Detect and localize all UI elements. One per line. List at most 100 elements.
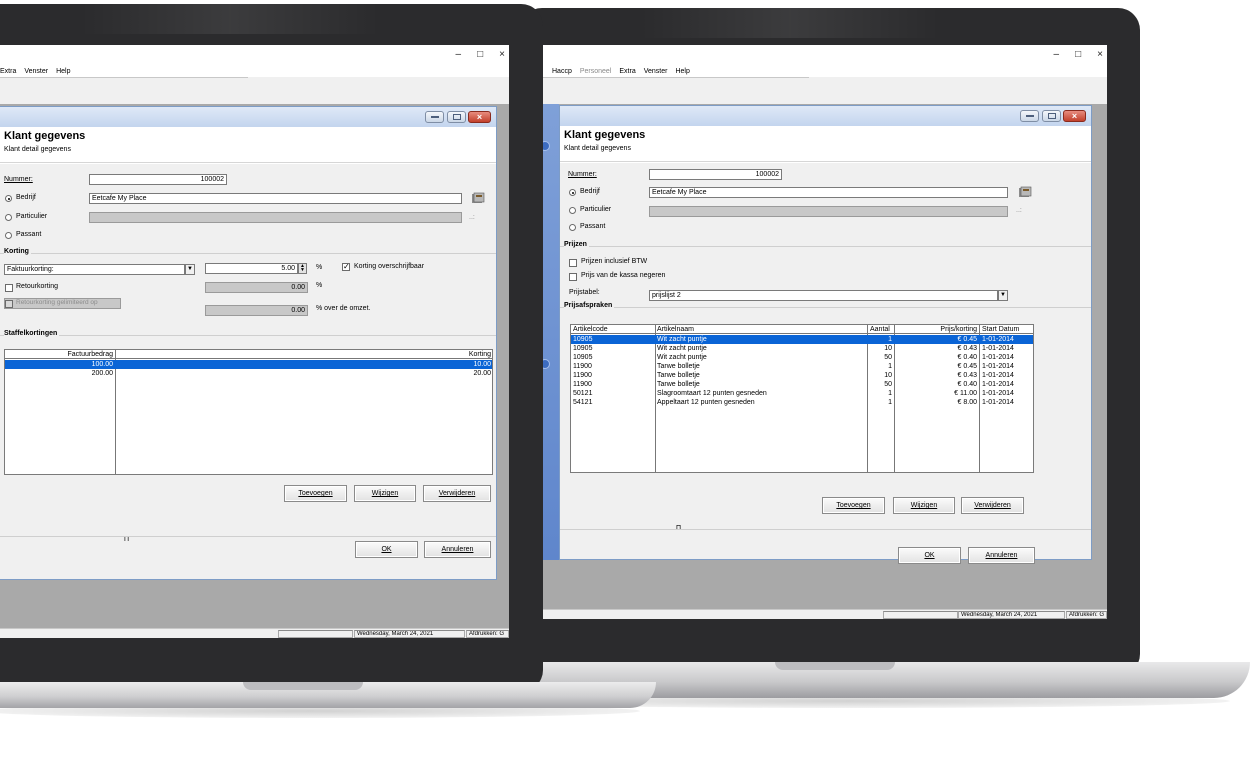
staffel-table[interactable]: Factuurbedrag Korting 100.00 10.00 200.00 2… — [4, 349, 493, 475]
table-row[interactable]: 100.00 10.00 — [5, 360, 492, 369]
page-title: Klant gegevens — [4, 130, 86, 142]
section-divider — [0, 335, 496, 336]
child-close-button[interactable]: × — [1063, 110, 1086, 122]
retourkorting-checkbox[interactable] — [5, 284, 13, 292]
ok-button[interactable]: OK — [355, 541, 418, 558]
chevron-down-icon[interactable]: ▼ — [998, 290, 1008, 301]
maximize-icon[interactable]: □ — [1075, 49, 1081, 60]
nummer-field[interactable]: 100002 — [89, 174, 227, 185]
radio-particulier[interactable] — [569, 207, 576, 214]
omzet-field[interactable]: 0.00 — [205, 305, 308, 316]
front-toolband — [0, 78, 509, 104]
front-form-body: Nummer: 100002 Bedrijf Eetcafe My Place … — [0, 164, 496, 579]
table-row[interactable]: 54121 Appeltaart 12 punten gesneden 1 € 8.0… — [571, 398, 1033, 407]
toevoegen-label: Toevoegen — [298, 490, 333, 497]
table-row[interactable]: 11900 Tarwe bolletje 50 € 0.40 1-01-2014 — [571, 380, 1033, 389]
table-cell: € 0.45 — [957, 336, 977, 343]
retour-gelimiteerd-checkbox[interactable] — [5, 300, 13, 308]
address-book-icon[interactable] — [1017, 186, 1033, 199]
column-header[interactable]: Start Datum — [982, 325, 1019, 334]
front-statusbar: Wednesday, March 24, 2021 Afdrukken: G — [0, 628, 509, 638]
korting-spinner-icon[interactable]: ▲ ▼ — [298, 263, 307, 274]
menu-item-help[interactable]: Help — [56, 68, 70, 75]
menu-item-help[interactable]: Help — [675, 68, 689, 75]
verwijderen-button[interactable]: Verwijderen — [961, 497, 1024, 514]
wijzigen-label: Wijzigen — [910, 502, 938, 509]
toevoegen-button[interactable]: Toevoegen — [822, 497, 885, 514]
column-header[interactable]: Korting — [117, 350, 491, 359]
table-cell: 1 — [888, 336, 892, 343]
table-row[interactable]: 10905 Wit zacht puntje 50 € 0.40 1-01-2014 — [571, 353, 1033, 362]
nummer-field[interactable]: 100002 — [649, 169, 782, 180]
menu-item-extra[interactable]: Extra — [0, 68, 16, 75]
table-row[interactable]: 200.00 20.00 — [5, 369, 492, 378]
korting-type-select[interactable]: Faktuurkorting: — [4, 264, 185, 275]
status-date: Wednesday, March 24, 2021 — [354, 630, 465, 638]
radio-passant-label: Passant — [16, 231, 42, 238]
menu-item-personeel[interactable]: Personeel — [580, 68, 612, 75]
bedrijf-field[interactable]: Eetcafe My Place — [649, 187, 1008, 198]
child-close-button[interactable]: × — [468, 111, 491, 123]
prijs-kassa-negeren-checkbox[interactable] — [569, 273, 577, 281]
table-cell: Wit zacht puntje — [657, 345, 707, 352]
table-row[interactable]: 11900 Tarwe bolletje 10 € 0.43 1-01-2014 — [571, 371, 1033, 380]
table-cell: Tarwe bolletje — [657, 363, 700, 370]
table-row[interactable]: 50121 Slagroomtaart 12 punten gesneden 1 € … — [571, 389, 1033, 398]
column-header[interactable]: Factuurbedrag — [5, 350, 113, 359]
particulier-field[interactable] — [649, 206, 1008, 217]
child-minimize-button[interactable] — [425, 111, 444, 123]
verwijderen-button[interactable]: Verwijderen — [423, 485, 491, 502]
child-restore-button[interactable] — [1042, 110, 1061, 122]
prijzen-section: Prijzen — [560, 241, 1091, 251]
particulier-field[interactable] — [89, 212, 462, 223]
toevoegen-button[interactable]: Toevoegen — [284, 485, 347, 502]
column-header[interactable]: Artikelnaam — [657, 325, 694, 334]
table-row[interactable]: 11900 Tarwe bolletje 1 € 0.45 1-01-2014 — [571, 362, 1033, 371]
column-header[interactable]: Aantal — [870, 325, 890, 334]
menu-item-haccp[interactable]: Haccp — [552, 68, 572, 75]
menu-item-venster[interactable]: Venster — [24, 68, 48, 75]
prijzen-incl-btw-checkbox[interactable] — [569, 259, 577, 267]
ok-button[interactable]: OK — [898, 547, 961, 564]
menu-item-venster[interactable]: Venster — [644, 68, 668, 75]
table-cell: Tarwe bolletje — [657, 372, 700, 379]
section-divider — [560, 307, 1091, 308]
radio-passant[interactable] — [5, 232, 12, 239]
korting-value-field[interactable]: 5.00 — [205, 263, 298, 274]
wijzigen-button[interactable]: Wijzigen — [893, 497, 955, 514]
close-icon[interactable]: × — [1097, 49, 1103, 60]
wijzigen-button[interactable]: Wijzigen — [354, 485, 416, 502]
prijsafspraken-table[interactable]: Artikelcode Artikelnaam Aantal Prijs/kor… — [570, 324, 1034, 473]
menu-item-extra[interactable]: Extra — [619, 68, 635, 75]
table-row[interactable]: 10905 Wit zacht puntje 10 € 0.43 1-01-2014 — [571, 344, 1033, 353]
bedrijf-field[interactable]: Eetcafe My Place — [89, 193, 462, 204]
maximize-icon[interactable]: □ — [477, 49, 483, 60]
radio-passant[interactable] — [569, 224, 576, 231]
staffel-section: Staffelkortingen — [0, 330, 496, 340]
chevron-down-icon[interactable]: ▼ — [185, 264, 195, 275]
child-minimize-button[interactable] — [1020, 110, 1039, 122]
table-cell: 54121 — [573, 399, 593, 406]
column-header[interactable]: Artikelcode — [573, 325, 608, 334]
close-icon[interactable]: × — [499, 49, 505, 60]
radio-bedrijf[interactable] — [5, 195, 12, 202]
korting-overschrijfbaar-checkbox[interactable]: ✓ — [342, 263, 350, 271]
annuleren-button[interactable]: Annuleren — [424, 541, 491, 558]
dotted-hint-icon: ..: — [1016, 207, 1022, 214]
retour-gelimiteerd-label: Retourkorting gelimiteerd op — [16, 299, 98, 306]
retourkorting-field[interactable]: 0.00 — [205, 282, 308, 293]
address-book-icon[interactable] — [470, 192, 486, 205]
minimize-icon[interactable]: – — [456, 49, 462, 60]
annuleren-button[interactable]: Annuleren — [968, 547, 1035, 564]
child-restore-button[interactable] — [447, 111, 466, 123]
status-date: Wednesday, March 24, 2021 — [958, 611, 1065, 619]
prijstabel-select[interactable]: prijslijst 2 — [649, 290, 998, 301]
prijsafspraken-section: Prijsafspraken — [560, 302, 1091, 312]
radio-bedrijf[interactable] — [569, 189, 576, 196]
back-form-header: Klant gegevens Klant detail gegevens — [560, 126, 1091, 162]
column-header[interactable]: Prijs/korting — [897, 325, 977, 334]
table-row[interactable]: 10905 Wit zacht puntje 1 € 0.45 1-01-2014 — [571, 335, 1033, 344]
radio-particulier[interactable] — [5, 214, 12, 221]
table-cell: € 0.43 — [957, 372, 977, 379]
minimize-icon[interactable]: – — [1054, 49, 1060, 60]
